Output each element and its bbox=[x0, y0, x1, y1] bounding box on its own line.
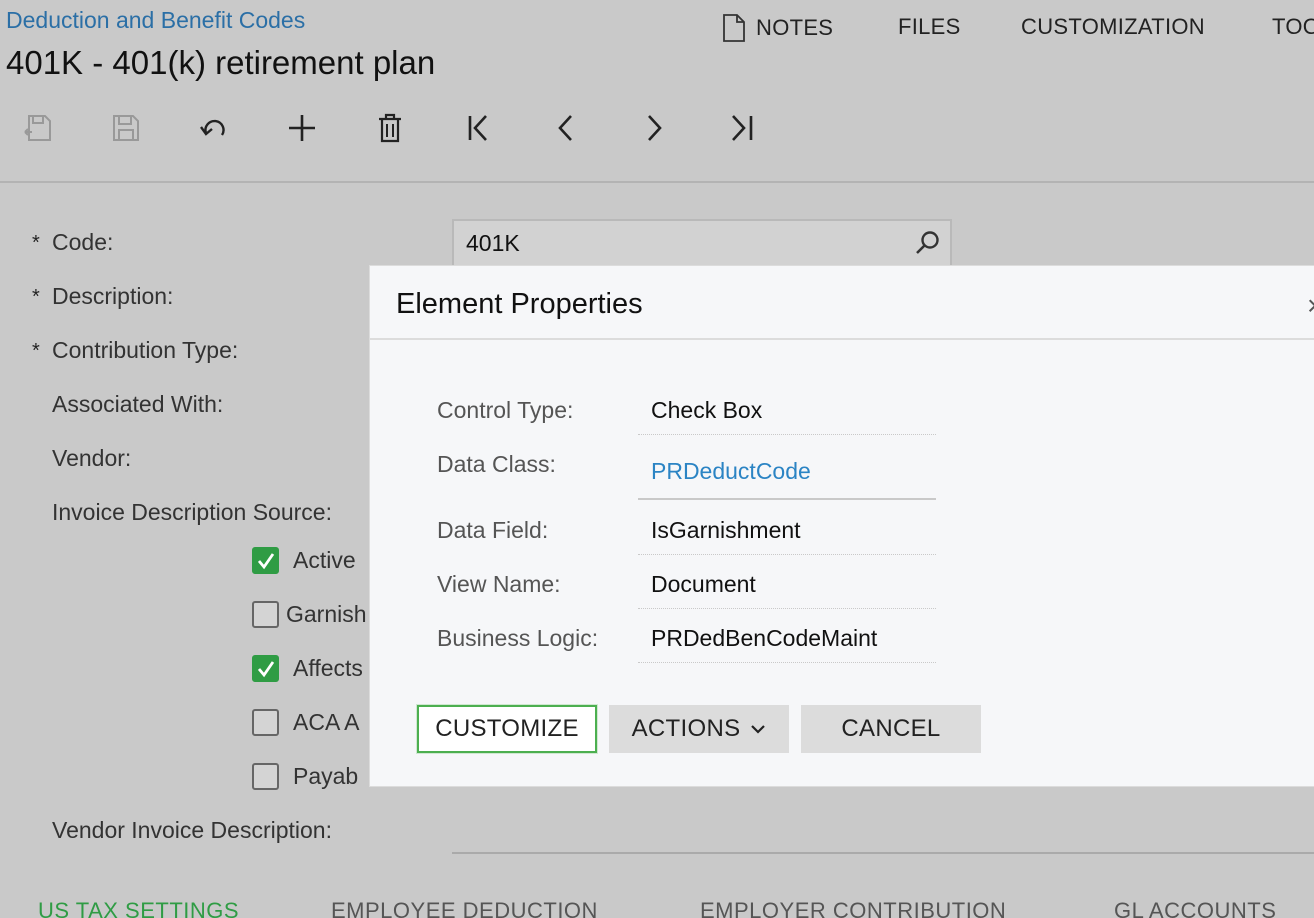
tab-employer-contribution[interactable]: EMPLOYER CONTRIBUTION bbox=[700, 898, 1006, 918]
save-icon bbox=[113, 115, 139, 141]
check-icon bbox=[257, 660, 274, 677]
required-mark: * bbox=[32, 286, 40, 308]
payable-checkbox-row[interactable]: Payab bbox=[252, 763, 358, 790]
associated-with-label: Associated With: bbox=[52, 391, 224, 417]
data-field-label: Data Field: bbox=[437, 517, 549, 543]
last-icon bbox=[732, 115, 753, 141]
customize-button[interactable]: CUSTOMIZE bbox=[416, 704, 598, 754]
element-properties-dialog: Element Properties × Control Type: Check… bbox=[369, 265, 1314, 787]
business-logic-value: PRDedBenCodeMaint bbox=[638, 615, 936, 663]
add-button[interactable] bbox=[280, 106, 324, 150]
aca-checkbox-row[interactable]: ACA A bbox=[252, 709, 359, 736]
affects-checkbox[interactable] bbox=[252, 655, 279, 682]
payable-checkbox[interactable] bbox=[252, 763, 279, 790]
view-name-value: Document bbox=[638, 561, 936, 609]
control-type-label: Control Type: bbox=[437, 397, 574, 423]
active-checkbox-row[interactable]: Active bbox=[252, 547, 356, 574]
last-record-button[interactable] bbox=[720, 106, 764, 150]
customization-menu[interactable]: CUSTOMIZATION bbox=[1021, 14, 1205, 40]
undo-button[interactable] bbox=[192, 106, 236, 150]
vendor-invoice-description-input[interactable] bbox=[452, 852, 1314, 854]
contribution-type-label: Contribution Type: bbox=[52, 337, 239, 363]
data-class-label: Data Class: bbox=[437, 451, 556, 477]
save-close-icon bbox=[24, 115, 51, 141]
check-icon bbox=[257, 552, 274, 569]
notes-menu[interactable]: NOTES bbox=[722, 14, 833, 42]
cancel-button[interactable]: CANCEL bbox=[801, 705, 981, 753]
undo-icon bbox=[200, 119, 225, 136]
previous-record-button[interactable] bbox=[544, 106, 588, 150]
active-checkbox[interactable] bbox=[252, 547, 279, 574]
vendor-invoice-description-label: Vendor Invoice Description: bbox=[52, 817, 332, 843]
description-label: Description: bbox=[52, 283, 174, 309]
tools-menu[interactable]: TOO bbox=[1272, 14, 1314, 40]
files-menu[interactable]: FILES bbox=[898, 14, 961, 40]
tab-gl-accounts[interactable]: GL ACCOUNTS bbox=[1114, 898, 1276, 918]
required-mark: * bbox=[32, 232, 40, 254]
garnishment-checkbox-row[interactable]: Garnish bbox=[252, 601, 367, 628]
code-input[interactable]: 401K bbox=[452, 219, 952, 267]
data-field-value: IsGarnishment bbox=[638, 507, 936, 555]
tab-employee-deduction[interactable]: EMPLOYEE DEDUCTION bbox=[331, 898, 598, 918]
first-record-button[interactable] bbox=[456, 106, 500, 150]
checkbox-label: Payab bbox=[293, 763, 359, 789]
checkbox-label: Active bbox=[293, 547, 356, 573]
checkbox-label: Garnish bbox=[286, 601, 367, 627]
garnishment-checkbox[interactable] bbox=[252, 601, 279, 628]
tab-us-tax-settings[interactable]: US TAX SETTINGS bbox=[38, 898, 239, 918]
notes-label: NOTES bbox=[756, 15, 834, 40]
actions-button[interactable]: ACTIONS bbox=[609, 705, 789, 753]
breadcrumb[interactable]: Deduction and Benefit Codes bbox=[6, 7, 305, 34]
vendor-label: Vendor: bbox=[52, 445, 132, 471]
page-title: 401K - 401(k) retirement plan bbox=[6, 44, 436, 81]
data-class-link[interactable]: PRDeductCode bbox=[638, 444, 936, 500]
next-icon bbox=[648, 115, 662, 141]
dialog-header: Element Properties × bbox=[370, 266, 1314, 340]
close-icon[interactable]: × bbox=[1307, 290, 1314, 322]
delete-icon bbox=[379, 113, 401, 143]
chevron-down-icon bbox=[751, 725, 766, 734]
business-logic-label: Business Logic: bbox=[437, 625, 599, 651]
add-icon bbox=[289, 115, 315, 141]
save-close-button[interactable] bbox=[16, 106, 60, 150]
invoice-description-source-label: Invoice Description Source: bbox=[52, 499, 332, 525]
code-value: 401K bbox=[466, 230, 520, 256]
next-record-button[interactable] bbox=[632, 106, 676, 150]
checkbox-label: Affects bbox=[293, 655, 363, 681]
control-type-value: Check Box bbox=[638, 387, 936, 435]
affects-checkbox-row[interactable]: Affects bbox=[252, 655, 363, 682]
view-name-label: View Name: bbox=[437, 571, 561, 597]
previous-icon bbox=[558, 115, 572, 141]
first-icon bbox=[468, 115, 487, 141]
dialog-title: Element Properties bbox=[396, 288, 643, 320]
search-icon[interactable] bbox=[914, 229, 942, 257]
toolbar-divider bbox=[0, 181, 1314, 183]
code-label: Code: bbox=[52, 229, 114, 255]
document-icon bbox=[723, 14, 745, 42]
save-button[interactable] bbox=[104, 106, 148, 150]
aca-checkbox[interactable] bbox=[252, 709, 279, 736]
actions-label: ACTIONS bbox=[631, 715, 741, 742]
checkbox-label: ACA A bbox=[293, 709, 360, 735]
required-mark: * bbox=[32, 340, 40, 362]
delete-button[interactable] bbox=[368, 106, 412, 150]
